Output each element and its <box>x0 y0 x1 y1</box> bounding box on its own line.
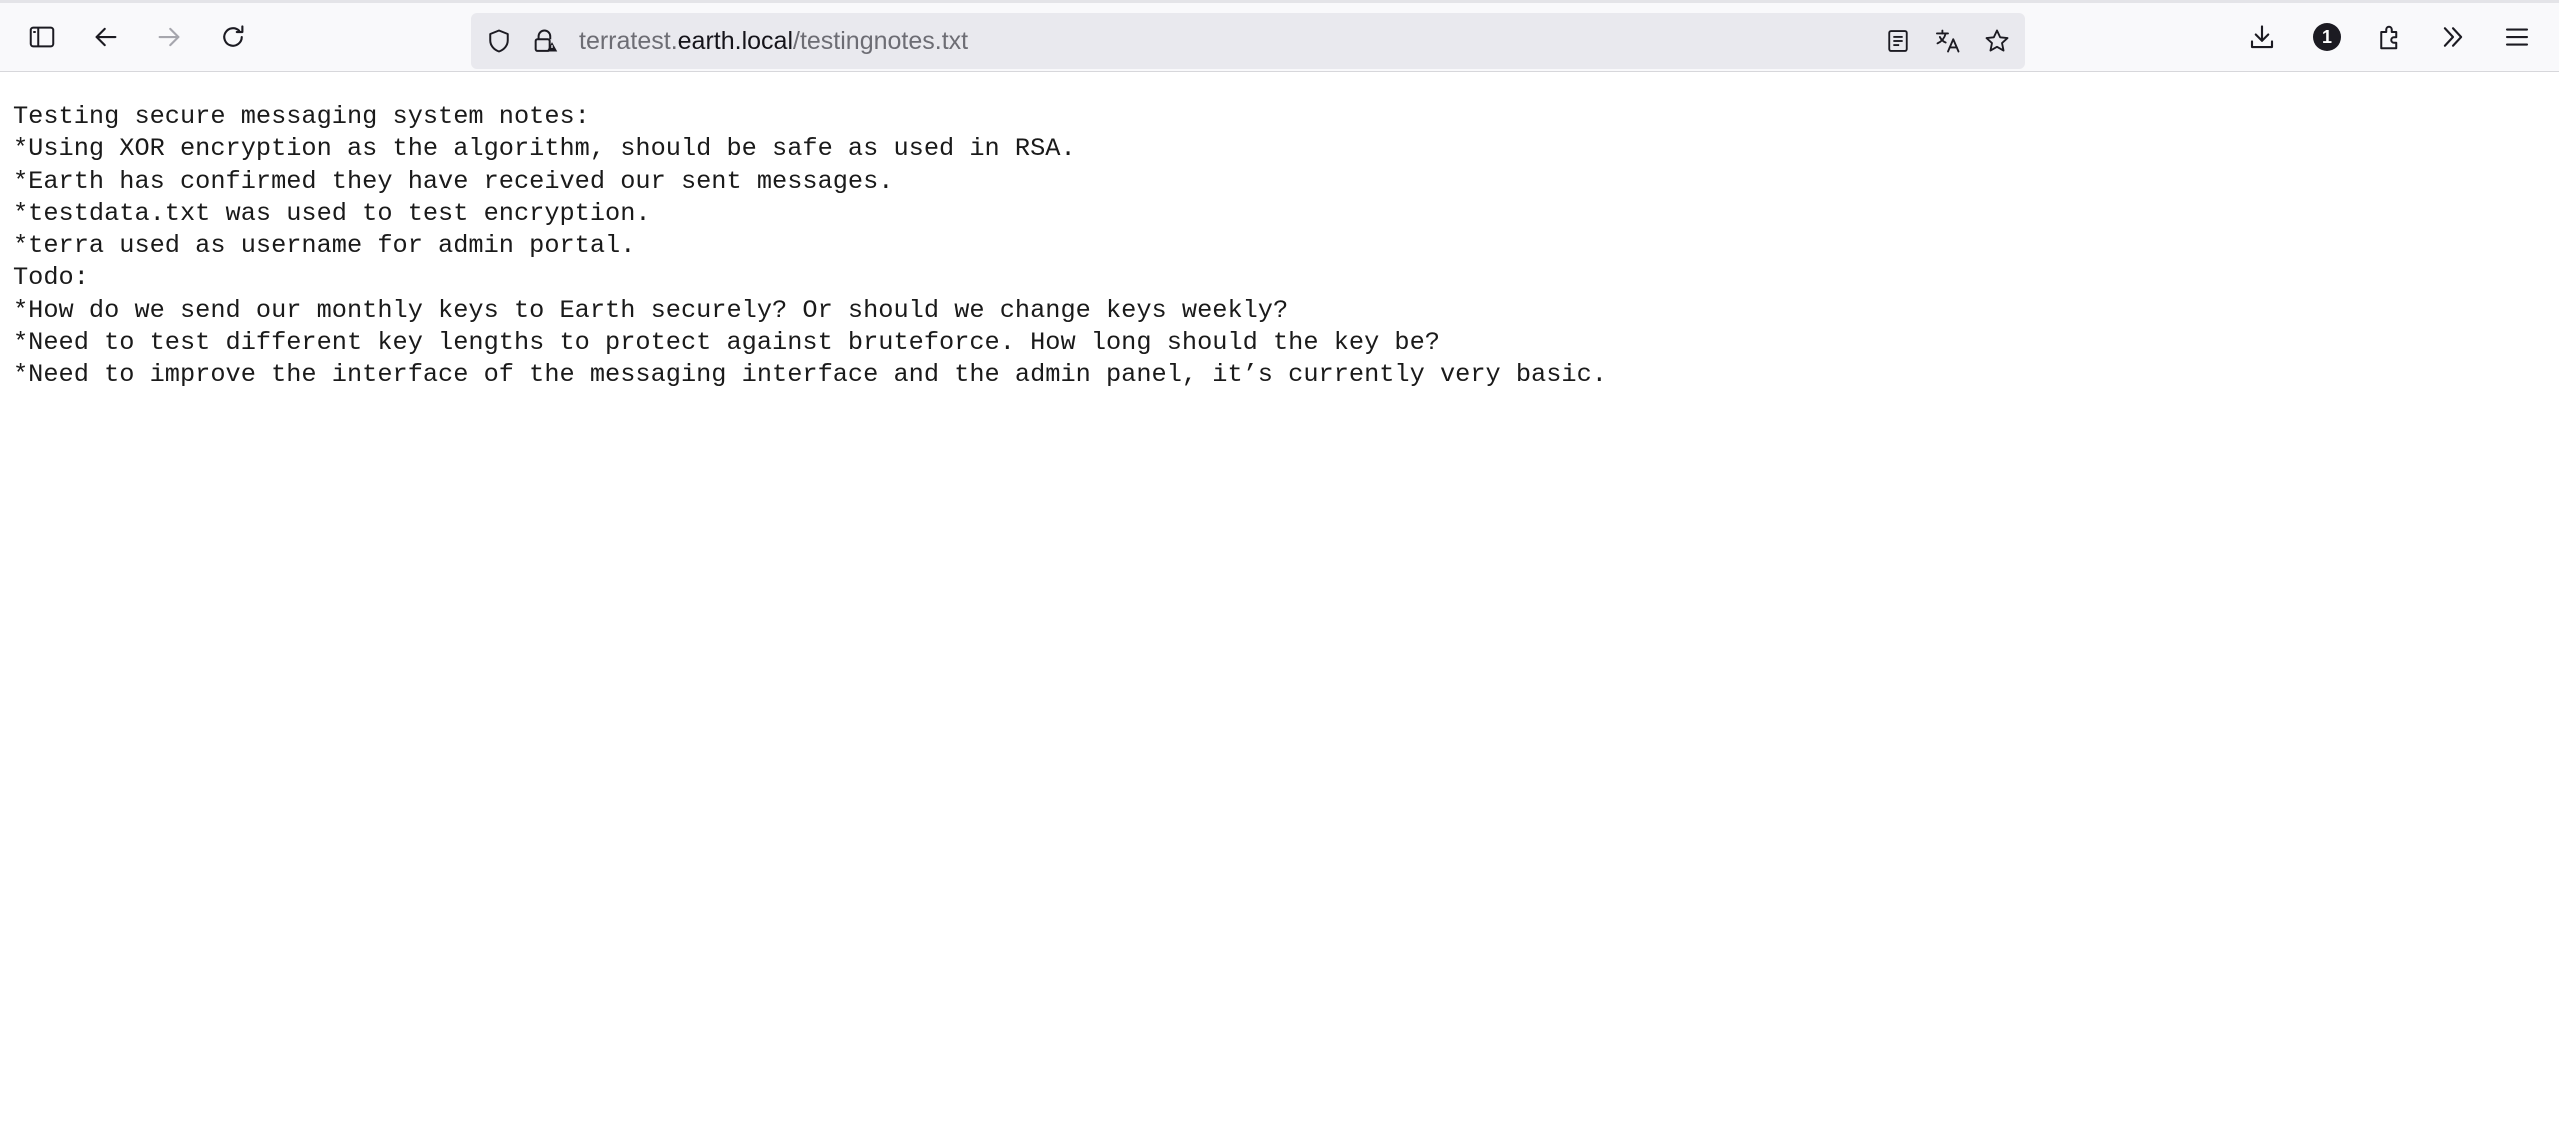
reload-icon <box>218 22 248 52</box>
chevron-double-right-icon <box>2438 22 2468 52</box>
url-prefix: terratest. <box>579 27 678 55</box>
puzzle-icon <box>2375 22 2405 52</box>
download-icon <box>2247 22 2277 52</box>
site-info-button[interactable] <box>529 25 561 57</box>
forward-arrow-icon <box>154 22 184 52</box>
bookmark-button[interactable] <box>1981 25 2013 57</box>
extension-count-badge: 1 <box>2313 23 2341 51</box>
text-document: Testing secure messaging system notes: *U… <box>13 101 1607 392</box>
app-menu-button[interactable] <box>2493 13 2541 61</box>
downloads-button[interactable] <box>2238 13 2286 61</box>
lock-warning-icon <box>531 27 559 55</box>
url-path: /testingnotes.txt <box>793 27 969 55</box>
document-line: *terra used as username for admin portal… <box>13 231 636 261</box>
extension-badge-button[interactable]: 1 <box>2303 13 2351 61</box>
shield-icon <box>485 27 513 55</box>
back-button[interactable] <box>82 13 130 61</box>
url-field[interactable]: terratest.earth.local/testingnotes.txt <box>579 13 968 69</box>
document-line: *Using XOR encryption as the algorithm, … <box>13 134 1076 164</box>
reload-button[interactable] <box>209 13 257 61</box>
document-line: *testdata.txt was used to test encryptio… <box>13 198 651 228</box>
back-arrow-icon <box>91 22 121 52</box>
reader-view-button[interactable] <box>1882 25 1914 57</box>
extensions-button[interactable] <box>2366 13 2414 61</box>
hamburger-menu-icon <box>2502 22 2532 52</box>
reader-view-icon <box>1884 27 1912 55</box>
document-line: *Earth has confirmed they have received … <box>13 166 894 196</box>
document-line: *How do we send our monthly keys to Eart… <box>13 295 1289 325</box>
translate-icon <box>1934 27 1962 55</box>
document-line: Testing secure messaging system notes: <box>13 102 590 131</box>
document-line: *Need to improve the interface of the me… <box>13 360 1607 390</box>
toolbar-overflow-button[interactable] <box>2429 13 2477 61</box>
browser-toolbar: terratest.earth.local/testingnotes.txt 1 <box>0 0 2559 72</box>
document-line: *Need to test different key lengths to p… <box>13 328 1440 358</box>
tracking-protection-button[interactable] <box>483 25 515 57</box>
address-bar[interactable]: terratest.earth.local/testingnotes.txt <box>471 13 2025 69</box>
document-line: Todo: <box>13 263 89 293</box>
sidebar-icon <box>27 22 57 52</box>
url-domain: earth.local <box>677 27 794 55</box>
star-icon <box>1983 27 2011 55</box>
forward-button[interactable] <box>145 13 193 61</box>
translate-button[interactable] <box>1932 25 1964 57</box>
sidebar-toggle-button[interactable] <box>18 13 66 61</box>
